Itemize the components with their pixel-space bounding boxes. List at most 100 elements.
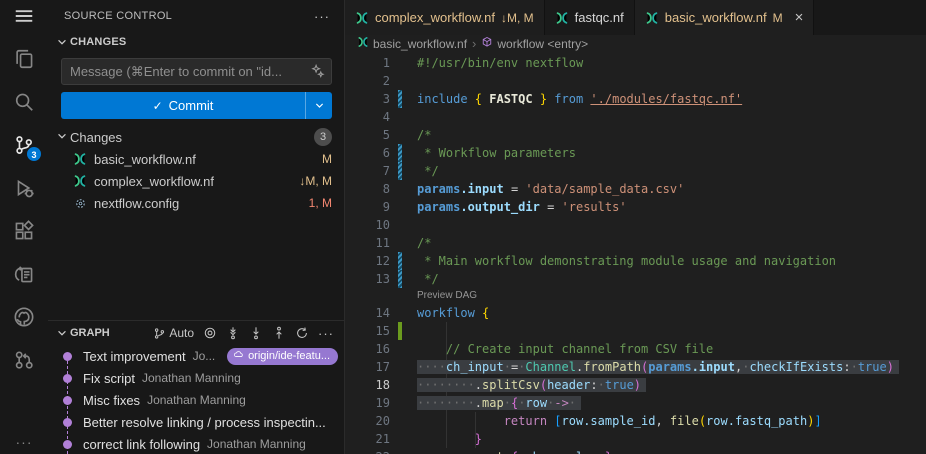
gutter-modified-indicator[interactable] [398,90,402,108]
commit-row[interactable]: Better resolve linking / process inspect… [48,411,344,433]
more-icon[interactable]: ··· [318,326,334,341]
refactor-preview-icon[interactable] [11,261,37,287]
fetch-icon[interactable] [226,326,240,340]
tab-git-status: M [773,11,783,25]
git-status-label: 1, M [309,196,332,210]
auto-label: Auto [169,326,194,340]
commit-button[interactable]: ✓ Commit [61,92,332,119]
remote-ref-badge[interactable]: origin/ide-featu... [227,348,338,365]
line-content: // Create input channel from CSV file [417,340,713,358]
line-content: /* [417,126,431,144]
code-line[interactable]: 3include { FASTQC } from './modules/fast… [345,90,926,108]
run-debug-icon[interactable] [11,175,37,201]
git-status-label: M [322,152,332,166]
code-line[interactable]: 5/* [345,126,926,144]
scm-file-row[interactable]: complex_workflow.nf↓M, M [48,170,344,192]
selection-highlight: ········.map·{·row·->· [417,396,581,410]
commit-message-box [61,58,332,85]
code-line[interactable]: 22 .set { ch_samples } [345,448,926,454]
gutter [390,448,417,454]
line-content: params.output_dir = 'results' [417,198,627,216]
commit-dropdown-button[interactable] [305,92,332,119]
commit-author: Jo... [193,349,216,363]
menu-icon[interactable] [11,3,37,29]
gutter-modified-indicator[interactable] [398,270,402,288]
commit-row[interactable]: Text improvementJo...origin/ide-featu... [48,345,344,367]
commit-row[interactable]: Fix scriptJonathan Manning [48,367,344,389]
sidebar-title-row: SOURCE CONTROL ··· [48,0,344,32]
sidebar-more-icon[interactable]: ··· [314,9,330,24]
code-line[interactable]: 7 */ [345,162,926,180]
file-name: complex_workflow.nf [94,174,291,189]
push-icon[interactable] [272,326,286,340]
code-line[interactable]: 18 ········.splitCsv(header:·true) [345,376,926,394]
pull-icon[interactable] [249,326,263,340]
gutter-modified-indicator[interactable] [398,162,402,180]
gutter-modified-indicator[interactable] [398,144,402,162]
tab-label: fastqc.nf [575,10,624,25]
sparkle-icon[interactable] [310,63,325,81]
pull-request-icon[interactable] [11,347,37,373]
commit-row[interactable]: correct link followingJonathan Manning [48,433,344,454]
code-editor[interactable]: 1#!/usr/bin/env nextflow23include { FAST… [345,52,926,454]
code-line[interactable]: 20 return [row.sample_id, file(row.fastq… [345,412,926,430]
scm-file-row[interactable]: nextflow.config1, M [48,192,344,214]
code-line[interactable]: 9params.output_dir = 'results' [345,198,926,216]
code-line[interactable]: 12 * Main workflow demonstrating module … [345,252,926,270]
commit-button-main[interactable]: ✓ Commit [61,92,305,119]
search-icon[interactable] [11,89,37,115]
code-line[interactable]: 4 [345,108,926,126]
target-icon[interactable] [203,326,217,340]
activity-more-icon[interactable]: ··· [0,434,48,450]
github-icon[interactable] [11,304,37,330]
commit-row[interactable]: Misc fixesJonathan Manning [48,389,344,411]
code-line[interactable]: 14workflow { [345,304,926,322]
code-line[interactable]: 15 [345,322,926,340]
file-name: basic_workflow.nf [94,152,314,167]
commit-message-input[interactable] [70,64,310,79]
gutter-added-indicator[interactable] [398,322,402,340]
code-line[interactable]: 17····ch_input·=·Channel.fromPath(params… [345,358,926,376]
line-content: */ [417,162,439,180]
tab-label: basic_workflow.nf [665,10,767,25]
breadcrumb-file[interactable]: basic_workflow.nf [357,36,467,51]
activity-bar-items: 3 [11,3,37,390]
codelens-preview-dag[interactable]: Preview DAG [345,288,926,304]
gutter-modified-indicator[interactable] [398,252,402,270]
changes-tree-header[interactable]: Changes 3 [48,126,344,148]
changes-section-header[interactable]: CHANGES [48,32,344,52]
code-line[interactable]: 11/* [345,234,926,252]
code-line[interactable]: 19········.map·{·row·->· [345,394,926,412]
line-number: 8 [345,180,390,198]
branch-auto-toggle[interactable]: Auto [153,326,194,340]
editor-group: complex_workflow.nf↓M, M fastqc.nf basic_w… [345,0,926,454]
chevron-down-icon[interactable] [54,327,70,339]
close-icon[interactable]: × [795,12,804,24]
code-line[interactable]: 6 * Workflow parameters [345,144,926,162]
extensions-icon[interactable] [11,218,37,244]
line-number: 3 [345,90,390,108]
tab-fastqc.nf[interactable]: fastqc.nf [545,0,635,35]
code-line[interactable]: 2 [345,72,926,90]
source-control-icon[interactable]: 3 [11,132,37,158]
commit-dot [63,374,72,383]
code-line[interactable]: 21 } [345,430,926,448]
line-number: 18 [345,376,390,394]
line-number: 21 [345,430,390,448]
refresh-icon[interactable] [295,326,309,340]
scm-file-row[interactable]: basic_workflow.nf M [48,148,344,170]
breadcrumb-symbol[interactable]: workflow <entry> [481,36,588,51]
tab-complex_workflow.nf[interactable]: complex_workflow.nf↓M, M [345,0,545,35]
tab-git-status: ↓M, M [501,11,534,25]
gutter [390,376,417,394]
code-line[interactable]: 16 // Create input channel from CSV file [345,340,926,358]
explorer-icon[interactable] [11,46,37,72]
tab-basic_workflow.nf[interactable]: basic_workflow.nf M × [635,0,815,35]
code-line[interactable]: 8params.input = 'data/sample_data.csv' [345,180,926,198]
selection-highlight: ········.splitCsv(header:·true) [417,378,646,392]
code-line[interactable]: 1#!/usr/bin/env nextflow [345,54,926,72]
code-line[interactable]: 10 [345,216,926,234]
line-content: * Workflow parameters [417,144,576,162]
line-number: 20 [345,412,390,430]
code-line[interactable]: 13 */ [345,270,926,288]
